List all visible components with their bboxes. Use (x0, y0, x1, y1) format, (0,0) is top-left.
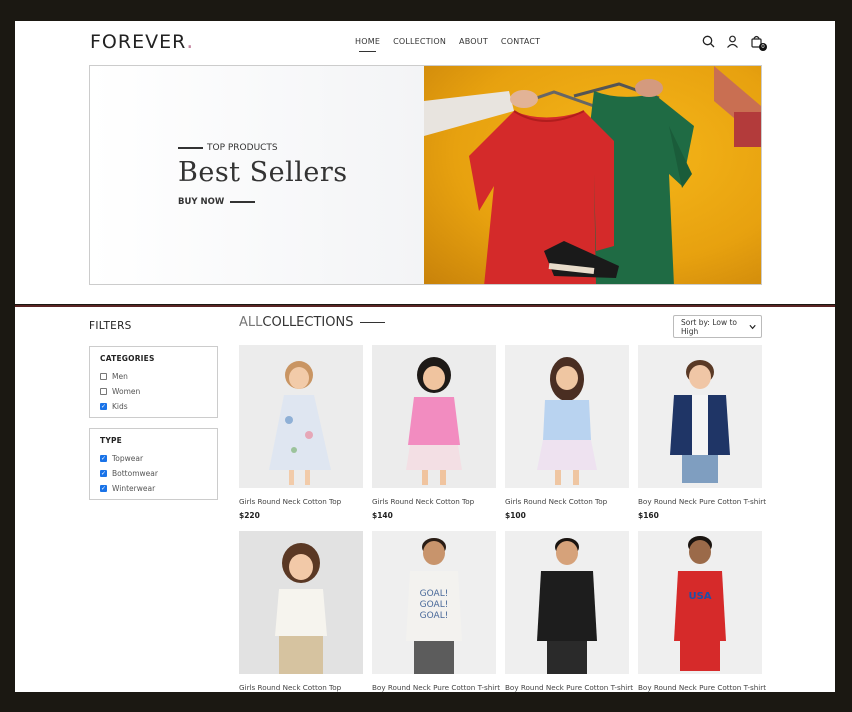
nav-about[interactable]: ABOUT (459, 37, 488, 46)
product-card[interactable]: Girls Round Neck Cotton Top (239, 531, 363, 692)
filter-option-label: Topwear (112, 454, 144, 463)
svg-text:GOAL!: GOAL! (420, 611, 449, 621)
brand-logo[interactable]: FOREVER. (90, 29, 195, 54)
product-image[interactable] (505, 345, 629, 488)
collections-title-light: ALL (239, 315, 263, 330)
checkbox-checked[interactable]: ✓ (100, 485, 107, 492)
svg-text:GOAL!: GOAL! (420, 589, 449, 599)
product-card[interactable]: Girls Round Neck Cotton Top $100 (505, 345, 629, 520)
header-icons: 0 (701, 34, 767, 51)
product-name: Boy Round Neck Pure Cotton T-shirt (505, 683, 634, 692)
hero-title: Best Sellers (178, 157, 348, 188)
product-name: Girls Round Neck Cotton Top (505, 497, 608, 506)
product-card[interactable]: USA Boy Round Neck Pure Cotton T-shirt (638, 531, 767, 692)
sort-dropdown[interactable]: Sort by: Low to High (673, 315, 762, 338)
type-heading: TYPE (100, 436, 122, 445)
product-card[interactable]: Boy Round Neck Pure Cotton T-shirt (505, 531, 634, 692)
checkbox-checked[interactable]: ✓ (100, 470, 107, 477)
filter-option-label: Bottomwear (112, 469, 158, 478)
nav-collection[interactable]: COLLECTION (393, 37, 446, 46)
filter-option-topwear[interactable]: ✓ Topwear (100, 451, 207, 466)
svg-text:GOAL!: GOAL! (420, 600, 449, 610)
product-image[interactable] (638, 345, 762, 488)
buy-now-label: BUY NOW (178, 197, 225, 207)
product-image[interactable] (372, 345, 496, 488)
product-name: Girls Round Neck Cotton Top (372, 497, 475, 506)
hero-kicker-text: TOP PRODUCTS (207, 143, 278, 153)
hero-kicker-line (178, 147, 203, 149)
filter-option-label: Winterwear (112, 484, 156, 493)
filter-option-label: Kids (112, 402, 128, 411)
main-nav: HOME COLLECTION ABOUT CONTACT (355, 37, 540, 52)
buy-now-button[interactable]: BUY NOW (178, 197, 256, 207)
product-name: Boy Round Neck Pure Cotton T-shirt (638, 683, 767, 692)
hero-kicker: TOP PRODUCTS (178, 143, 278, 153)
product-image[interactable] (505, 531, 629, 674)
brand-name: FOREVER (90, 31, 187, 53)
cart-count-badge: 0 (759, 43, 767, 51)
product-name: Girls Round Neck Cotton Top (239, 497, 342, 506)
checkbox-checked[interactable]: ✓ (100, 455, 107, 462)
hero-banner: TOP PRODUCTS Best Sellers BUY NOW (89, 65, 762, 285)
product-price: $160 (638, 511, 659, 520)
svg-text:USA: USA (688, 591, 711, 602)
header-panel: FOREVER. HOME COLLECTION ABOUT CONTACT 0… (15, 21, 835, 304)
categories-filter: CATEGORIES Men Women ✓ Kids (89, 346, 218, 418)
buy-now-line (230, 201, 256, 203)
product-image[interactable] (239, 531, 363, 674)
product-card[interactable]: Girls Round Neck Cotton Top $140 (372, 345, 496, 520)
filters-title: FILTERS (89, 320, 132, 332)
shopping-bag-icon[interactable]: 0 (749, 34, 767, 51)
collections-title: ALLCOLLECTIONS (239, 315, 386, 330)
collections-title-bold: COLLECTIONS (262, 315, 354, 330)
product-name: Boy Round Neck Pure Cotton T-shirt (638, 497, 767, 506)
checkbox[interactable] (100, 373, 107, 380)
product-image[interactable] (239, 345, 363, 488)
sort-selected-value: Sort by: Low to High (681, 317, 738, 336)
product-card[interactable]: Boy Round Neck Pure Cotton T-shirt $160 (638, 345, 767, 520)
nav-home[interactable]: HOME (355, 37, 380, 52)
product-price: $100 (505, 511, 526, 520)
product-price: $140 (372, 511, 393, 520)
brand-dot: . (186, 29, 195, 54)
product-image[interactable]: GOAL! GOAL! GOAL! (372, 531, 496, 674)
chevron-down-icon (749, 324, 756, 329)
user-icon[interactable] (725, 34, 739, 48)
nav-contact[interactable]: CONTACT (501, 37, 540, 46)
product-price: $220 (239, 511, 260, 520)
filter-option-label: Women (112, 387, 141, 396)
filter-option-bottomwear[interactable]: ✓ Bottomwear (100, 466, 207, 481)
categories-heading: CATEGORIES (100, 354, 155, 363)
type-filter: TYPE ✓ Topwear ✓ Bottomwear ✓ Winterwear (89, 428, 218, 500)
filter-option-winterwear[interactable]: ✓ Winterwear (100, 481, 207, 496)
hero-image (424, 66, 761, 284)
product-name: Girls Round Neck Cotton Top (239, 683, 342, 692)
product-card[interactable]: Girls Round Neck Cotton Top $220 (239, 345, 363, 520)
product-image[interactable]: USA (638, 531, 762, 674)
product-card[interactable]: GOAL! GOAL! GOAL! Boy Round Neck Pure Co… (372, 531, 501, 692)
checkbox-checked[interactable]: ✓ (100, 403, 107, 410)
collection-panel: FILTERS CATEGORIES Men Women ✓ Kids TYPE… (15, 305, 835, 692)
filter-option-kids[interactable]: ✓ Kids (100, 399, 207, 414)
filter-option-women[interactable]: Women (100, 384, 207, 399)
filter-option-men[interactable]: Men (100, 369, 207, 384)
product-name: Boy Round Neck Pure Cotton T-shirt (372, 683, 501, 692)
search-icon[interactable] (701, 34, 715, 48)
hero-text-panel: TOP PRODUCTS Best Sellers BUY NOW (90, 66, 424, 284)
collections-title-line (360, 321, 386, 324)
filter-option-label: Men (112, 372, 128, 381)
checkbox[interactable] (100, 388, 107, 395)
